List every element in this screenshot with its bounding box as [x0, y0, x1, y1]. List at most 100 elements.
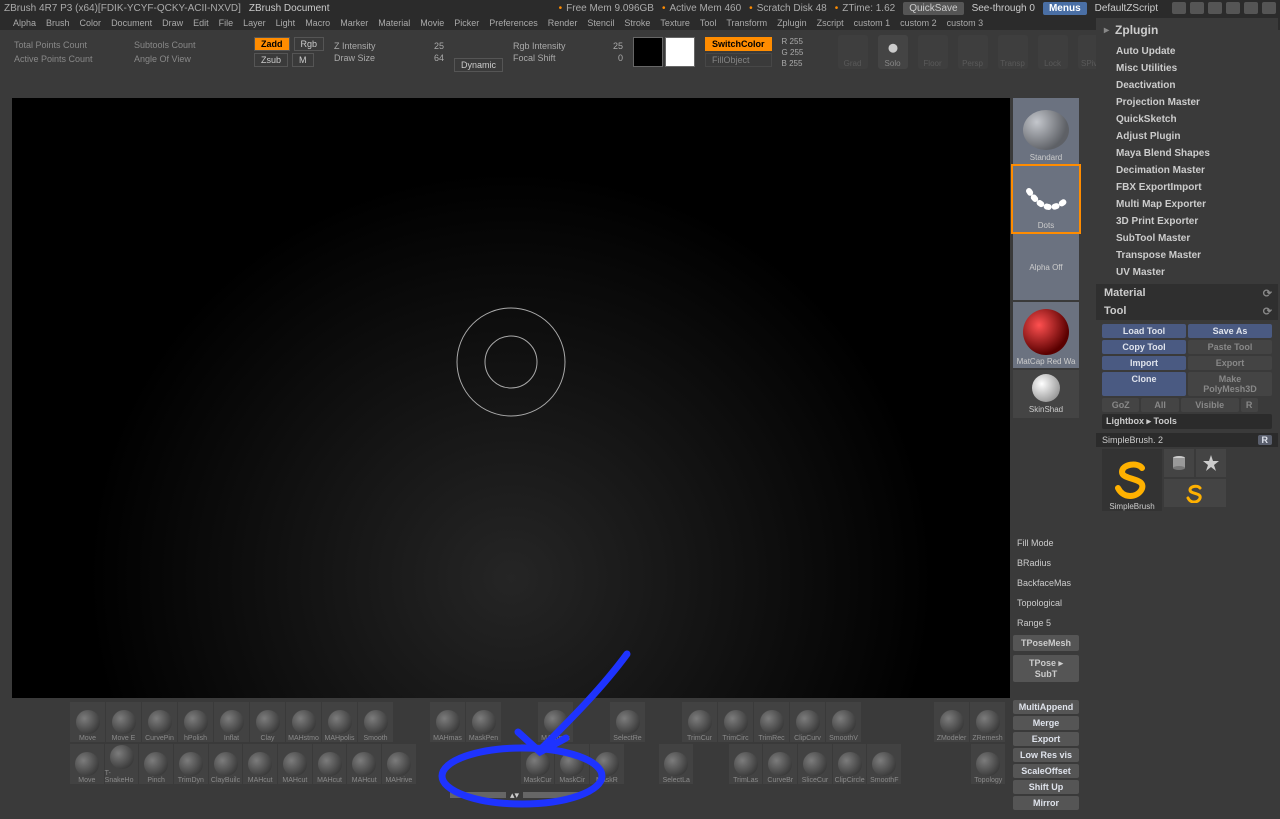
brush-hpolish[interactable]: hPolish [178, 702, 213, 742]
saveas-button[interactable]: Save As [1188, 324, 1272, 338]
quicksave-button[interactable]: QuickSave [903, 2, 963, 15]
focalshift-value[interactable]: 0 [618, 53, 623, 63]
export-button[interactable]: Export [1013, 732, 1079, 746]
tray-scroll[interactable]: ▴▾ [450, 792, 579, 798]
menu-item[interactable]: Brush [43, 18, 73, 28]
menu-item[interactable]: Alpha [10, 18, 39, 28]
zplugin-header[interactable]: Zplugin [1096, 18, 1278, 42]
zplugin-item[interactable]: Misc Utilities [1116, 63, 1278, 74]
menu-item[interactable]: Render [545, 18, 581, 28]
brush-zremesh[interactable]: ZRemesh [970, 702, 1005, 742]
pastetool-button[interactable]: Paste Tool [1188, 340, 1272, 354]
tool-header[interactable]: Tool⟳ [1096, 302, 1278, 320]
menu-item[interactable]: custom 1 [851, 18, 894, 28]
alpha-thumb[interactable]: Alpha Off [1013, 234, 1079, 300]
menu-item[interactable]: Draw [159, 18, 186, 28]
import-button[interactable]: Import [1102, 356, 1186, 370]
brush-mahrive[interactable]: MAHrive [382, 744, 416, 784]
zplugin-item[interactable]: Multi Map Exporter [1116, 199, 1278, 210]
syswin-2[interactable] [1190, 2, 1204, 14]
menu-item[interactable]: Macro [302, 18, 333, 28]
menu-item[interactable]: Transform [723, 18, 770, 28]
multiappend-button[interactable]: MultiAppend [1013, 700, 1079, 714]
zsub-toggle[interactable]: Zsub [254, 53, 288, 67]
menu-item[interactable]: custom 3 [944, 18, 987, 28]
brush-move[interactable]: Move [70, 744, 104, 784]
fillobject-button[interactable]: FillObject [705, 53, 772, 67]
menu-item[interactable]: Edit [190, 18, 212, 28]
lightbox-tools[interactable]: Lightbox ▸ Tools [1102, 414, 1272, 429]
menu-item[interactable]: Stencil [584, 18, 617, 28]
floor-button[interactable]: Floor [918, 35, 948, 69]
brush-smooth[interactable]: Smooth [358, 702, 393, 742]
tray-slider-left[interactable] [450, 792, 506, 798]
zplugin-item[interactable]: Projection Master [1116, 97, 1278, 108]
color-swatch-secondary[interactable] [633, 37, 663, 67]
menu-item[interactable]: custom 2 [897, 18, 940, 28]
tray-slider-right[interactable] [523, 792, 579, 798]
brush-pinch[interactable]: Pinch [139, 744, 173, 784]
grad-button[interactable]: Grad [838, 35, 868, 69]
brush-clipcircle[interactable]: ClipCircle [833, 744, 867, 784]
brush-smoothf[interactable]: SmoothF [867, 744, 901, 784]
brush-move[interactable]: Move [70, 702, 105, 742]
menu-item[interactable]: Layer [240, 18, 269, 28]
r-button[interactable]: R [1241, 398, 1258, 412]
brush-t-snakeho[interactable]: T-SnakeHo [105, 744, 139, 784]
zplugin-item[interactable]: Maya Blend Shapes [1116, 148, 1278, 159]
persp-button[interactable]: Persp [958, 35, 988, 69]
brush-claybuilc[interactable]: ClayBuilc [209, 744, 243, 784]
menu-item[interactable]: Document [108, 18, 155, 28]
brush-mahcut[interactable]: MAHcut [347, 744, 381, 784]
all-button[interactable]: All [1141, 398, 1178, 412]
shiftup-button[interactable]: Shift Up [1013, 780, 1079, 794]
tool-thumb-polymesh[interactable] [1196, 449, 1226, 477]
transp-button[interactable]: Transp [998, 35, 1028, 69]
brush-selectla[interactable]: SelectLa [659, 744, 693, 784]
brush-mahcut[interactable]: MAHcut [243, 744, 277, 784]
lock-button[interactable]: Lock [1038, 35, 1068, 69]
tposesubt-button[interactable]: TPose ▸ SubT [1013, 655, 1079, 682]
scaleoffset-button[interactable]: ScaleOffset [1013, 764, 1079, 778]
brush-trimrec[interactable]: TrimRec [754, 702, 789, 742]
cycle-icon[interactable]: ⟳ [1263, 287, 1272, 300]
brush-mahcut[interactable]: MAHcut [313, 744, 347, 784]
brush-clipcurv[interactable]: ClipCurv [790, 702, 825, 742]
menu-item[interactable]: Material [375, 18, 413, 28]
maximize-icon[interactable] [1244, 2, 1258, 14]
menu-item[interactable]: Preferences [486, 18, 541, 28]
zplugin-item[interactable]: Transpose Master [1116, 250, 1278, 261]
menu-item[interactable]: Zscript [814, 18, 847, 28]
brush-slicecur[interactable]: SliceCur [798, 744, 832, 784]
menu-item[interactable]: Stroke [621, 18, 653, 28]
brush-topology[interactable]: Topology [971, 744, 1005, 784]
tool-thumb-main[interactable]: SimpleBrush [1102, 449, 1162, 511]
mirror-button[interactable]: Mirror [1013, 796, 1079, 810]
m-toggle[interactable]: M [292, 53, 314, 67]
drawsize-value[interactable]: 64 [434, 53, 444, 63]
menu-item[interactable]: Light [273, 18, 299, 28]
close-icon[interactable] [1262, 2, 1276, 14]
solo-button[interactable]: Solo [878, 35, 908, 69]
switchcolor-button[interactable]: SwitchColor [705, 37, 772, 51]
brush-trimlas[interactable]: TrimLas [729, 744, 763, 784]
tool-r[interactable]: R [1258, 435, 1273, 445]
canvas[interactable] [12, 98, 1010, 698]
brush-curvebr[interactable]: CurveBr [763, 744, 797, 784]
makepoly-button[interactable]: Make PolyMesh3D [1188, 372, 1272, 396]
brush-move e[interactable]: Move E [106, 702, 141, 742]
brush-inflat[interactable]: Inflat [214, 702, 249, 742]
brush-clay[interactable]: Clay [250, 702, 285, 742]
menus-toggle[interactable]: Menus [1043, 2, 1087, 15]
visible-button[interactable]: Visible [1181, 398, 1239, 412]
cycle-icon[interactable]: ⟳ [1263, 305, 1272, 318]
rgb-toggle[interactable]: Rgb [294, 37, 325, 51]
menu-item[interactable]: File [216, 18, 237, 28]
brush-trimcur[interactable]: TrimCur [682, 702, 717, 742]
menu-item[interactable]: Zplugin [774, 18, 810, 28]
brush-thumb[interactable]: Standard [1013, 98, 1079, 164]
zplugin-item[interactable]: QuickSketch [1116, 114, 1278, 125]
g-value[interactable]: G 255 [782, 48, 828, 57]
default-zscript[interactable]: DefaultZScript [1095, 3, 1158, 14]
lowresvis-button[interactable]: Low Res vis [1013, 748, 1079, 762]
